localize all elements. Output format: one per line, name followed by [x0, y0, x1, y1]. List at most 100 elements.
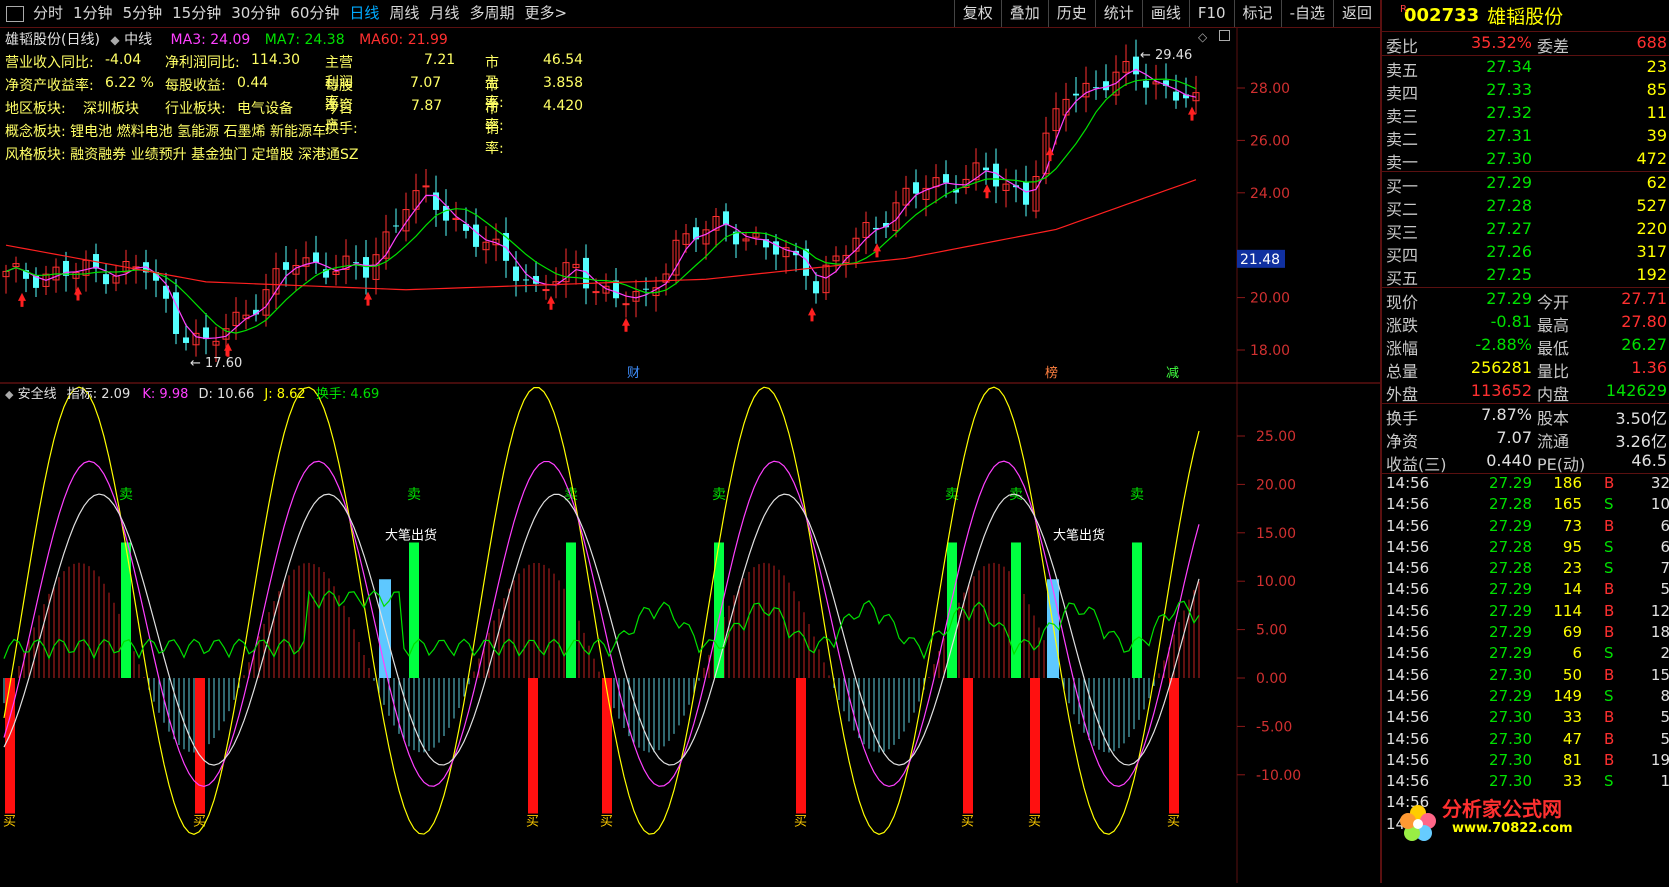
tick-price: 27.29 — [1489, 580, 1532, 599]
tick-row: 14:56 27.30 81 B 19 — [1382, 751, 1669, 772]
tab-30min[interactable]: 30分钟 — [226, 0, 285, 27]
candle-body — [183, 337, 189, 343]
buy-signal-bar — [528, 678, 538, 814]
indicator-tick-label: -5.00 — [1256, 719, 1292, 735]
ask-row[interactable]: 卖一 27.30 472 — [1382, 148, 1669, 172]
settings-diamond-icon[interactable]: ◇ — [1198, 30, 1207, 44]
bid-row[interactable]: 买二 27.28 527 — [1382, 195, 1669, 219]
wei-cha-value: 688 — [1636, 33, 1667, 52]
candle-body — [422, 185, 430, 188]
candle-body — [592, 291, 600, 294]
tick-price: 27.28 — [1489, 495, 1532, 514]
eps-label: 每股收益: — [165, 78, 226, 94]
overlay-button[interactable]: 叠加 — [1000, 0, 1048, 27]
bid-price: 27.26 — [1486, 242, 1532, 261]
sell-signal-label: 卖 — [407, 487, 421, 503]
tick-time: 14:56 — [1386, 729, 1430, 748]
margin-flag: R — [1400, 4, 1407, 15]
stat-value: 26.27 — [1621, 335, 1667, 354]
restore-rights-button[interactable]: 复权 — [953, 0, 1001, 27]
ask-volume: 23 — [1646, 57, 1667, 76]
more-label: 更多 — [524, 4, 555, 22]
chart-title: 雄韬股份(日线) — [5, 32, 100, 48]
tick-price: 27.30 — [1489, 665, 1532, 684]
tab-5min[interactable]: 5分钟 — [118, 0, 168, 27]
ask-row[interactable]: 卖五 27.34 23 — [1382, 56, 1669, 80]
bid-volume: 192 — [1636, 265, 1667, 284]
tab-daily[interactable]: 日线 — [344, 0, 384, 27]
tab-weekly[interactable]: 周线 — [384, 0, 424, 27]
tick-side: S — [1604, 537, 1614, 556]
stat-label: 流通 — [1537, 432, 1570, 451]
candle-body — [1173, 91, 1179, 101]
bid-row[interactable]: 买四 27.26 317 — [1382, 241, 1669, 265]
tick-list[interactable]: 14:56 27.29 186 B 32 14:56 27.28 165 S 10 14:56 27.… — [1382, 474, 1669, 836]
k-value: K: 9.98 — [142, 387, 189, 402]
ask-row[interactable]: 卖二 27.31 39 — [1382, 125, 1669, 149]
tick-price: 27.29 — [1489, 644, 1532, 663]
candle-body — [473, 224, 479, 247]
tab-monthly[interactable]: 月线 — [424, 0, 464, 27]
tab-15min[interactable]: 15分钟 — [167, 0, 226, 27]
tick-side: B — [1604, 474, 1615, 492]
tab-multi-period[interactable]: 多周期 — [464, 0, 519, 27]
indicator-tick-label: 0.00 — [1256, 671, 1287, 687]
event-marker: 财 — [627, 366, 640, 381]
indicator-tick-label: 25.00 — [1256, 429, 1296, 445]
bid-row[interactable]: 买一 27.29 62 — [1382, 172, 1669, 196]
bid-row[interactable]: 买三 27.27 220 — [1382, 218, 1669, 242]
buy-signal-label: 买 — [600, 815, 613, 830]
maximize-icon[interactable] — [1219, 30, 1231, 41]
bid-label: 买三 — [1386, 223, 1419, 242]
ask-row[interactable]: 卖三 27.32 11 — [1382, 102, 1669, 126]
history-button[interactable]: 历史 — [1047, 0, 1095, 27]
tick-row: 14:56 27.29 73 B 6 — [1382, 517, 1669, 538]
stat-row: 现价 27.29 今开 27.71 — [1382, 288, 1669, 312]
tick-count: 2 — [1660, 644, 1669, 663]
back-button[interactable]: 返回 — [1332, 0, 1380, 27]
buy-signal-bar — [5, 678, 15, 814]
stat-label: 量比 — [1537, 362, 1570, 381]
indicator-collapse-icon[interactable]: ◆ — [5, 388, 13, 401]
tick-row: 14:56 27.29 149 S 8 — [1382, 687, 1669, 708]
tick-side: S — [1604, 644, 1614, 663]
buy-signal-label: 买 — [3, 815, 16, 830]
buy-signal-bar — [195, 678, 205, 814]
stat-label: 现价 — [1386, 293, 1419, 312]
stat-label: 换手 — [1386, 409, 1419, 428]
buy-signal-label: 买 — [961, 815, 974, 830]
buy-signal-label: 买 — [794, 815, 807, 830]
indicator-value: 指标: 2.09 — [66, 387, 131, 402]
tick-price: 27.29 — [1489, 686, 1532, 705]
f10-button[interactable]: F10 — [1188, 0, 1234, 27]
bid-row[interactable]: 买五 27.25 192 — [1382, 264, 1669, 288]
event-marker: 减 — [1166, 366, 1179, 381]
indicator-name[interactable]: 安全线 — [18, 387, 57, 402]
high-price-label: ← 29.46 — [1140, 48, 1192, 63]
sell-signal-label: 卖 — [1130, 487, 1144, 503]
mark-button[interactable]: 标记 — [1233, 0, 1281, 27]
j-value: J: 8.62 — [264, 387, 306, 402]
tick-side: S — [1604, 686, 1614, 705]
statistics-button[interactable]: 统计 — [1094, 0, 1142, 27]
draw-line-button[interactable]: 画线 — [1141, 0, 1189, 27]
candle-body — [313, 252, 319, 263]
tab-more[interactable]: 更多> — [519, 0, 572, 27]
stock-name: 雄韬股份 — [1487, 6, 1564, 28]
tab-fenshi[interactable]: 分时 — [28, 0, 68, 27]
buy-signal-bar — [796, 678, 806, 814]
tab-1min[interactable]: 1分钟 — [68, 0, 118, 27]
period-label[interactable]: 中线 — [124, 32, 152, 48]
revenue-yoy-value: -4.04 — [105, 52, 142, 68]
window-icon[interactable] — [6, 5, 24, 22]
tick-price: 27.29 — [1489, 601, 1532, 620]
ask-price: 27.32 — [1486, 103, 1532, 122]
ask-row[interactable]: 卖四 27.33 85 — [1382, 79, 1669, 103]
wei-bi-value: 35.32% — [1470, 33, 1532, 52]
tab-60min[interactable]: 60分钟 — [285, 0, 344, 27]
bid-volume: 317 — [1636, 242, 1667, 261]
candle-body — [1023, 181, 1029, 205]
collapse-icon[interactable]: ◆ — [110, 33, 119, 47]
watchlist-button[interactable]: -自选 — [1280, 0, 1333, 27]
candle-body — [542, 289, 550, 292]
